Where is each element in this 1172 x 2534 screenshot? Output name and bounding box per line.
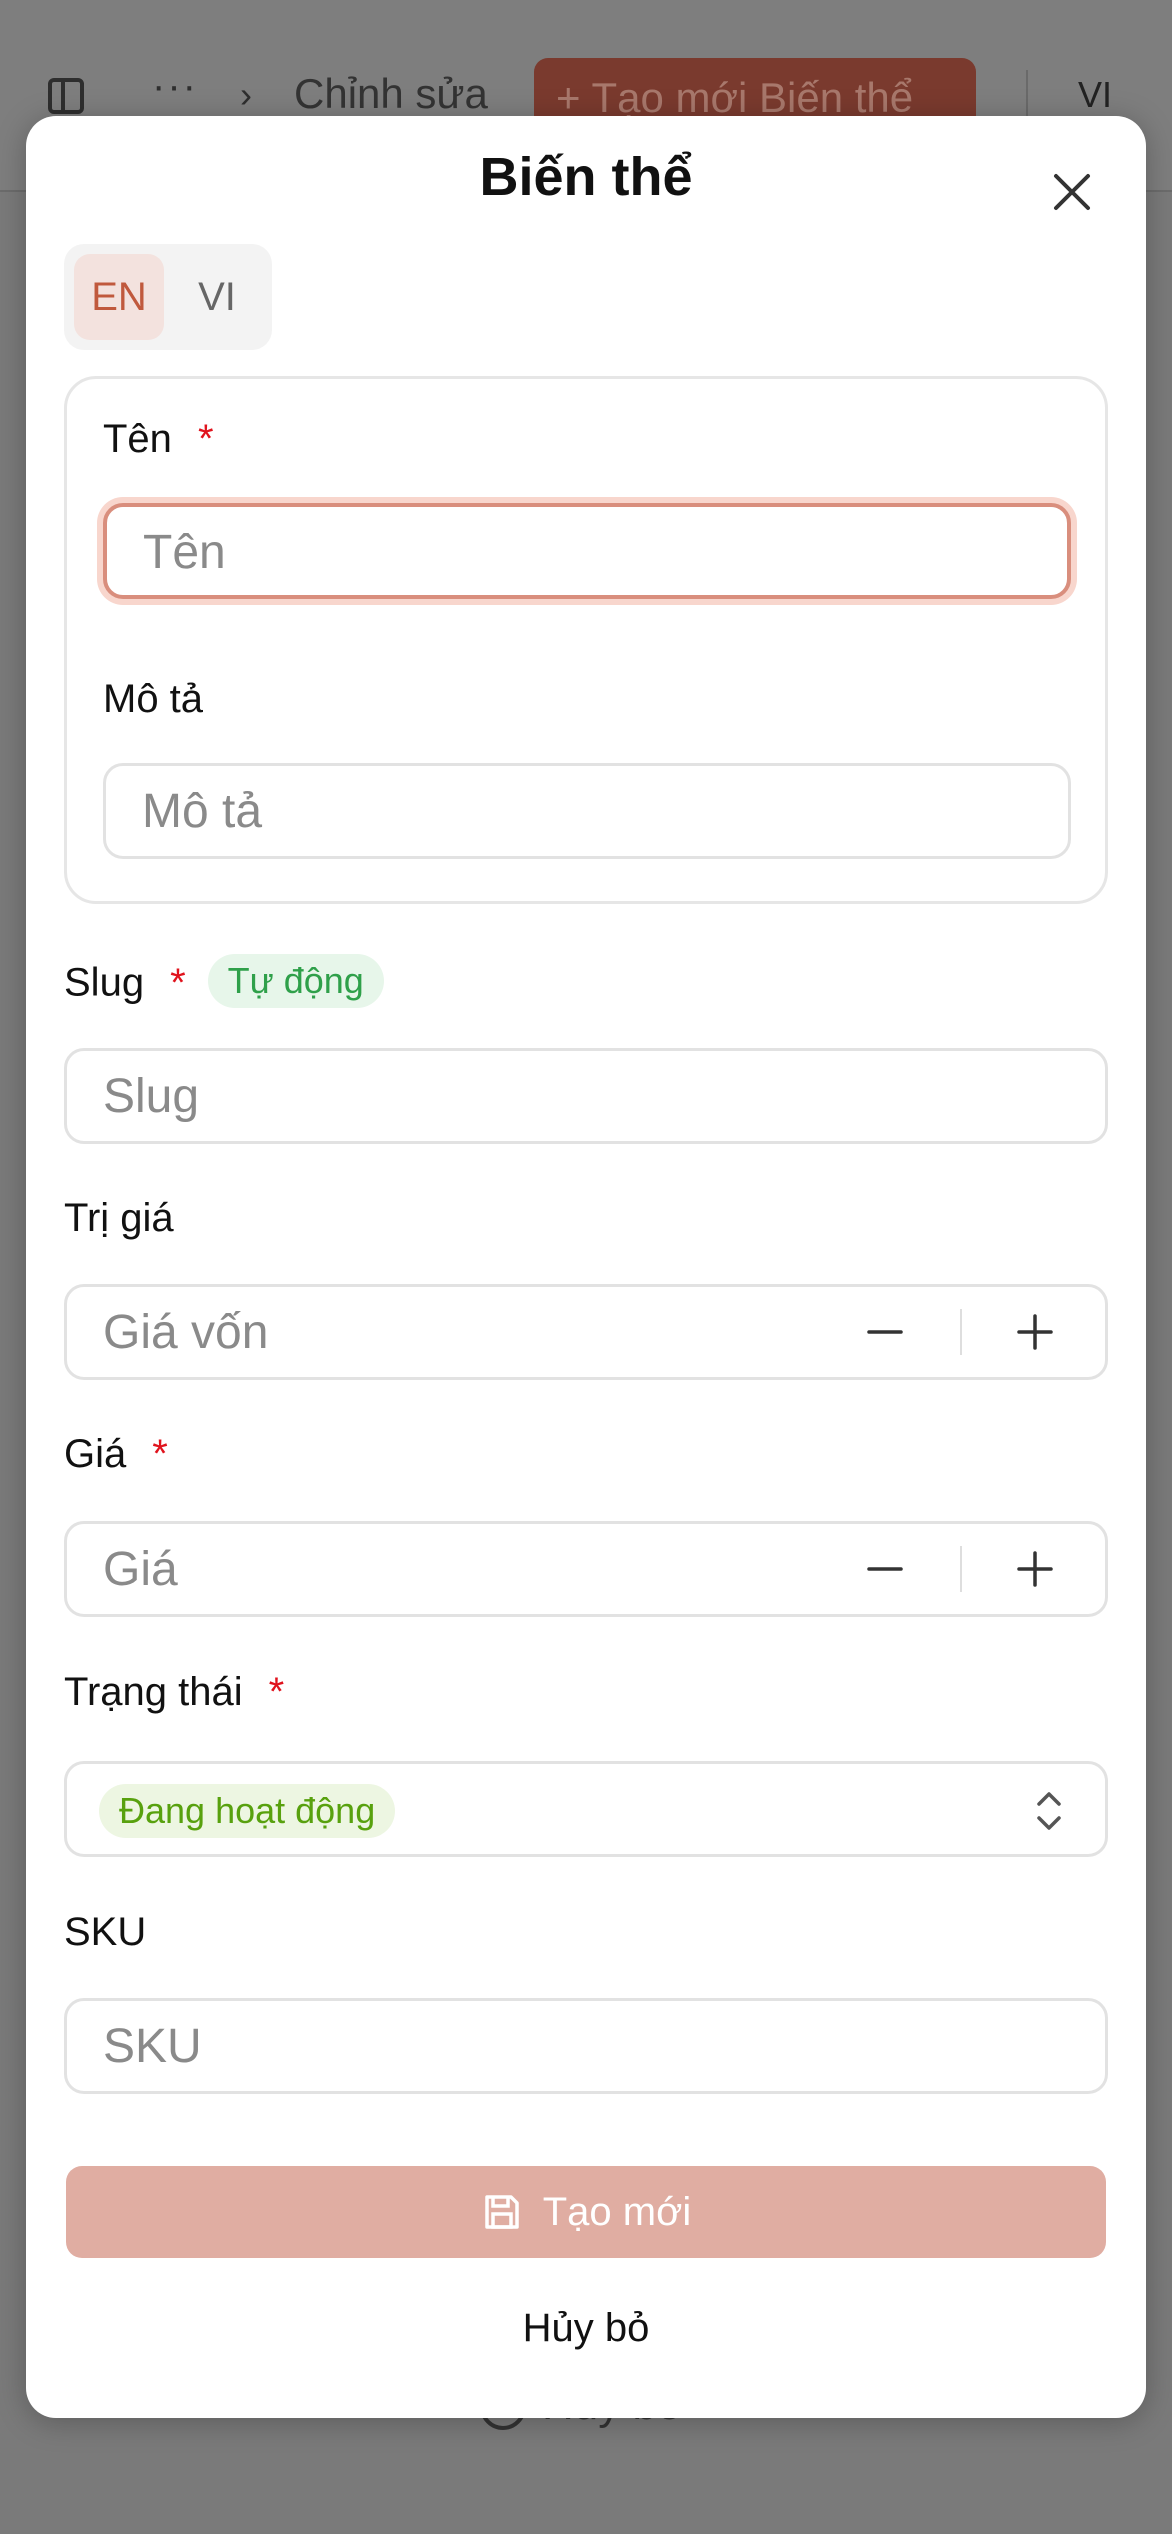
translatable-fields-group: Tên * Mô tả [64,376,1108,904]
minus-icon [867,1330,903,1334]
required-marker: * [197,417,214,461]
chevron-right-icon: › [240,74,252,115]
slug-label: Slug * Tự động [64,954,384,1012]
required-marker: * [152,1432,168,1476]
stepper-divider [960,1546,962,1592]
status-label-text: Trạng thái [64,1670,243,1714]
cost-value-input[interactable] [103,1287,830,1377]
plus-icon [1017,1314,1053,1350]
header-divider [1026,70,1028,120]
description-input[interactable] [142,766,816,856]
create-button-label: Tạo mới [542,2189,692,2234]
dialog-title: Biến thể [479,147,693,207]
status-badge: Đang hoạt động [99,1784,396,1838]
language-tabs: EN VI [64,244,272,350]
name-field [103,503,1071,599]
tab-en[interactable]: EN [74,254,164,340]
decrement-button[interactable] [825,1287,945,1377]
variant-dialog: Biến thể EN VI Tên * Mô tả Slug * Tự động T… [26,116,1146,2418]
minus-icon [867,1567,903,1571]
required-marker: * [268,1670,285,1714]
cost-value-field [64,1284,1108,1380]
chevron-up-down-icon [1037,1792,1061,1830]
sku-label: SKU [64,1910,147,1954]
sidebar-toggle-icon [48,78,84,114]
name-label: Tên * [103,417,214,462]
description-label: Mô tả [103,677,204,721]
status-label: Trạng thái * [64,1670,284,1715]
price-input[interactable] [103,1524,830,1614]
language-indicator: VI [1078,74,1113,115]
increment-button[interactable] [975,1287,1095,1377]
sku-input[interactable] [103,2001,830,2091]
description-field [103,763,1071,859]
stepper-divider [960,1309,962,1355]
close-button[interactable] [1050,170,1094,214]
increment-button[interactable] [975,1524,1095,1614]
name-label-text: Tên [103,417,172,461]
tab-vi[interactable]: VI [172,254,262,340]
slug-input[interactable] [103,1051,830,1141]
price-label-text: Giá [64,1432,127,1476]
slug-field [64,1048,1108,1144]
cost-value-label: Trị giá [64,1196,174,1240]
close-icon [1054,174,1090,210]
cancel-button[interactable]: Hủy bỏ [26,2306,1146,2351]
price-label: Giá * [64,1432,168,1477]
required-marker: * [170,960,186,1005]
slug-label-text: Slug [64,960,145,1005]
price-stepper [815,1524,1105,1614]
price-field [64,1521,1108,1617]
breadcrumb-item: Chỉnh sửa [294,70,488,117]
cost-value-stepper [815,1287,1105,1377]
create-button[interactable]: Tạo mới [66,2166,1106,2258]
decrement-button[interactable] [825,1524,945,1614]
breadcrumb-ellipsis: ··· [152,64,198,108]
auto-badge: Tự động [207,954,384,1008]
status-select[interactable]: Đang hoạt động [64,1761,1108,1857]
sku-field [64,1998,1108,2094]
plus-icon [1017,1551,1053,1587]
save-icon [485,2195,519,2229]
name-input[interactable] [143,507,815,597]
